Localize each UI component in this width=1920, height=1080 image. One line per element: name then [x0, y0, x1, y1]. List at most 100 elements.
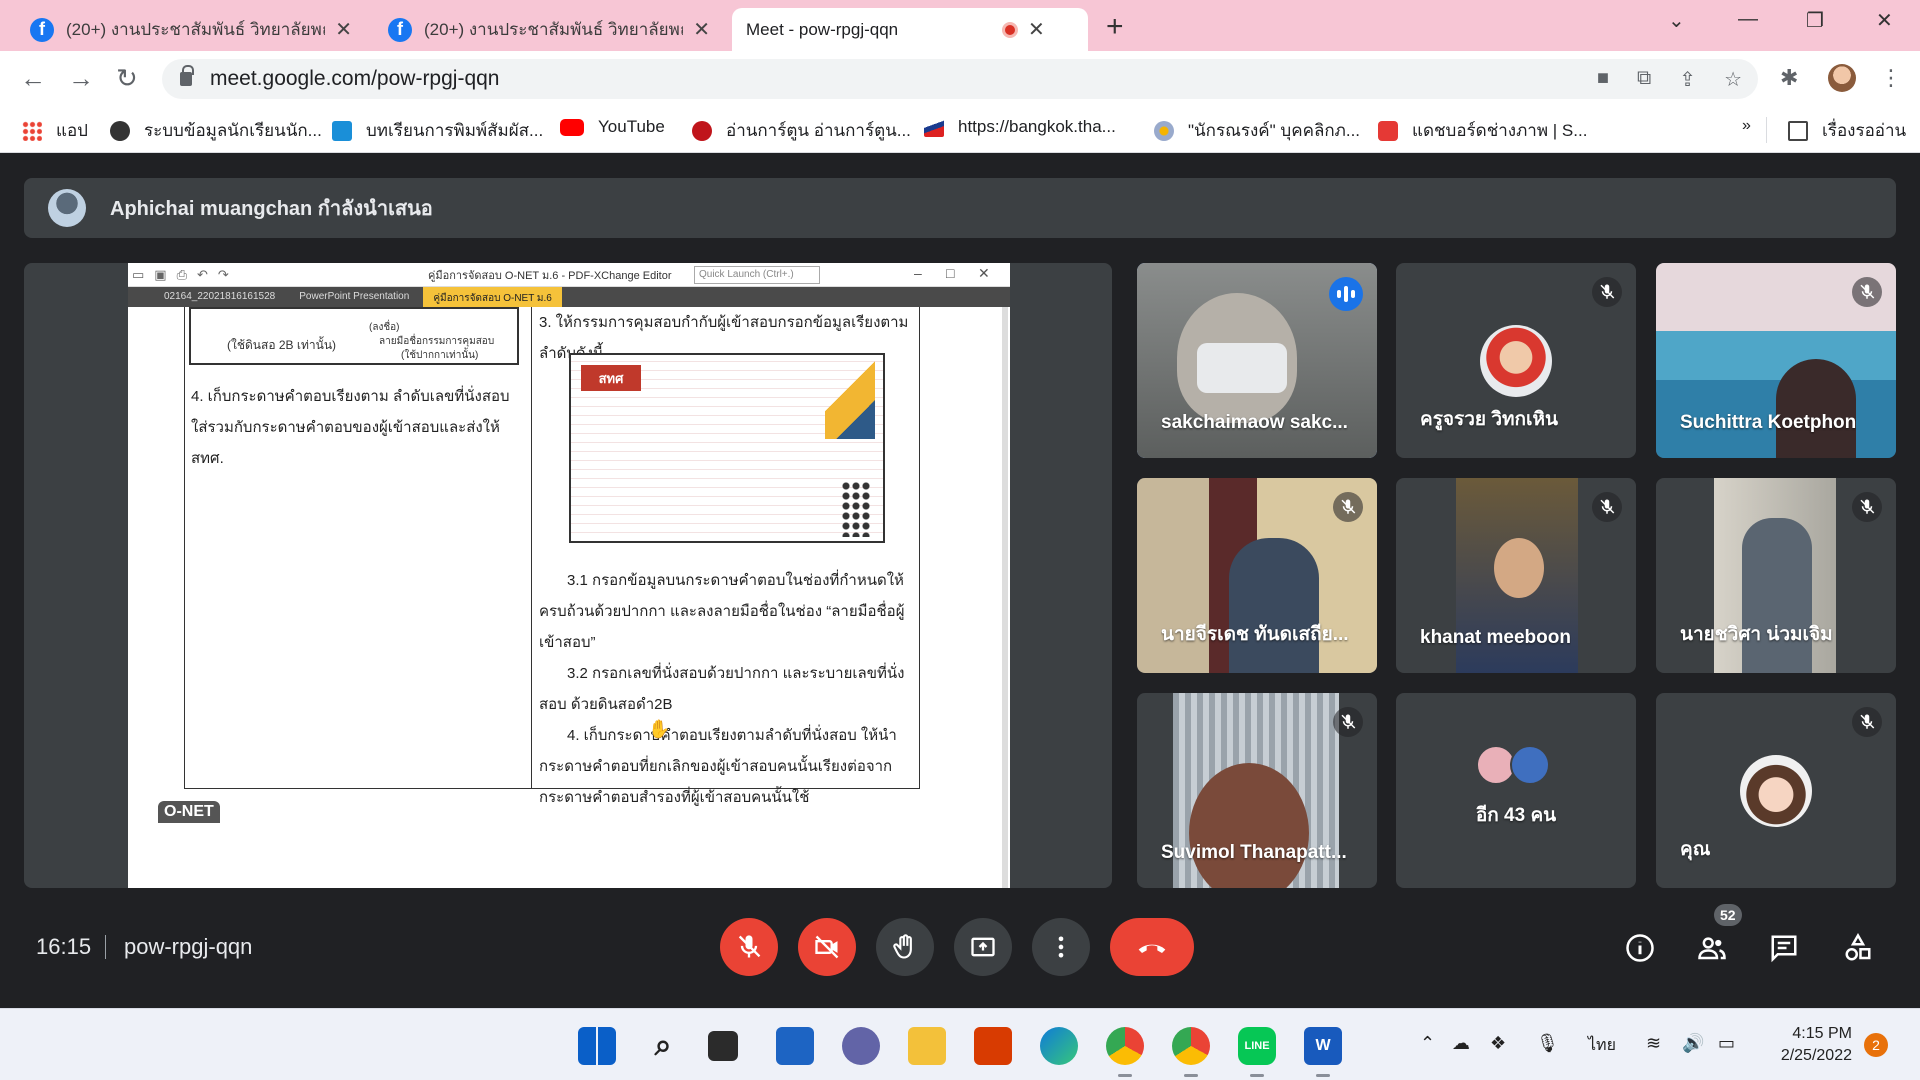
- participant-tile[interactable]: khanat meeboon: [1396, 478, 1636, 673]
- tab-search-chevron-icon[interactable]: ⌄: [1668, 8, 1685, 33]
- participant-name: ครูจรวย วิทกเหิน: [1420, 409, 1559, 430]
- edge-icon[interactable]: [1040, 1027, 1078, 1065]
- hand-cursor-icon: ✋: [648, 719, 671, 739]
- bookmarks-overflow-icon[interactable]: »: [1742, 117, 1751, 135]
- search-icon[interactable]: ⌕: [644, 1027, 682, 1065]
- office-icon[interactable]: [974, 1027, 1012, 1065]
- mic-off-icon: [1333, 707, 1363, 737]
- mic-off-icon: [1852, 277, 1882, 307]
- bookmark-apps[interactable]: แอป: [22, 117, 88, 144]
- meeting-code: pow-rpgj-qqn: [124, 934, 253, 959]
- profile-avatar[interactable]: [1828, 64, 1856, 92]
- close-window-button[interactable]: ✕: [1876, 8, 1893, 33]
- bookmark-manga[interactable]: อ่านการ์ตูน อ่านการ์ตูน...: [692, 117, 911, 144]
- present-screen-button[interactable]: [954, 918, 1012, 976]
- browser-tab-meet[interactable]: Meet - pow-rpgj-qqn ✕: [732, 8, 1088, 186]
- file-explorer-icon[interactable]: [908, 1027, 946, 1065]
- participant-name: Suvimol Thanapatt...: [1161, 842, 1347, 863]
- participants-button[interactable]: [1694, 930, 1730, 966]
- share-icon[interactable]: ⇪: [1679, 67, 1696, 92]
- input-language[interactable]: ไทย: [1588, 1033, 1616, 1058]
- new-tab-button[interactable]: +: [1106, 10, 1124, 44]
- participant-tile[interactable]: Suvimol Thanapatt...: [1137, 693, 1377, 888]
- forward-arrow-icon[interactable]: →: [68, 63, 94, 94]
- widgets-icon[interactable]: [776, 1027, 814, 1065]
- pdf-tab: 02164_22021816161528: [164, 291, 276, 302]
- chrome-icon[interactable]: [1106, 1027, 1144, 1077]
- teams-chat-icon[interactable]: [842, 1027, 880, 1065]
- battery-icon[interactable]: ▭: [1718, 1033, 1735, 1054]
- close-tab-icon[interactable]: ✕: [693, 17, 710, 42]
- snippet-label: (ใช้ปากกาเท่านั้น): [401, 350, 479, 361]
- participant-video: [1776, 359, 1856, 458]
- reading-list-button[interactable]: เรื่องรออ่าน: [1788, 117, 1906, 144]
- raise-hand-button[interactable]: [876, 918, 934, 976]
- onedrive-icon[interactable]: ☁: [1452, 1033, 1470, 1054]
- chat-button[interactable]: [1766, 930, 1802, 966]
- wifi-icon[interactable]: ≋: [1646, 1033, 1661, 1054]
- activities-shapes-icon: [1845, 933, 1871, 961]
- participant-video: [1742, 518, 1812, 673]
- tab-title: (20+) งานประชาสัมพันธ์ วิทยาลัยพณิ: [66, 20, 326, 39]
- lock-icon[interactable]: [180, 65, 194, 86]
- bookmark-label: บทเรียนการพิมพ์สัมผัส...: [366, 121, 544, 140]
- dropbox-icon[interactable]: ❖: [1490, 1033, 1506, 1054]
- meeting-details-button[interactable]: [1622, 930, 1658, 966]
- table-divider: [531, 307, 532, 789]
- line-app-icon[interactable]: LINE: [1238, 1027, 1276, 1077]
- show-hidden-icons-chevron[interactable]: ⌃: [1420, 1033, 1435, 1054]
- microphone-icon[interactable]: 🎙: [1536, 1033, 1559, 1054]
- taskbar-clock[interactable]: 4:15 PM 2/25/2022: [1766, 1023, 1852, 1067]
- start-windows-icon[interactable]: [578, 1027, 616, 1065]
- browser-tab-strip: f (20+) งานประชาสัมพันธ์ วิทยาลัยพณิ ✕ f…: [0, 0, 1920, 186]
- leave-call-button[interactable]: [1110, 918, 1194, 976]
- meet-stage: Aphichai muangchan กำลังนำเสนอ ▭ ▣ ⎙ ↶ ↷…: [0, 154, 1920, 1008]
- activities-button[interactable]: [1840, 930, 1876, 966]
- snippet-label: (ใช้ดินสอ 2B เท่านั้น): [227, 338, 337, 352]
- minimize-button[interactable]: —: [1738, 8, 1758, 31]
- extensions-puzzle-icon[interactable]: ✱: [1780, 65, 1798, 91]
- chrome-profile-icon[interactable]: [1172, 1027, 1210, 1077]
- self-tile[interactable]: คุณ: [1656, 693, 1896, 888]
- bookmark-campaigner[interactable]: "นักรณรงค์" บุคคลิกภ...: [1154, 117, 1360, 144]
- bookmark-label: "นักรณรงค์" บุคคลิกภ...: [1188, 121, 1361, 140]
- shared-screen[interactable]: ▭ ▣ ⎙ ↶ ↷ คู่มือการจัดสอบ O-NET ม.6 - PD…: [24, 263, 1112, 888]
- mic-toggle-button[interactable]: [720, 918, 778, 976]
- open-external-icon[interactable]: ⧉: [1637, 67, 1651, 92]
- bookmark-bangkok[interactable]: https://bangkok.tha...: [924, 117, 1116, 137]
- participant-tile[interactable]: sakchaimaow sakc...: [1137, 263, 1377, 458]
- bookmark-photographer-dashboard[interactable]: แดชบอร์ดช่างภาพ | S...: [1378, 117, 1587, 144]
- bookmark-youtube[interactable]: YouTube: [560, 117, 665, 137]
- back-arrow-icon[interactable]: ←: [20, 63, 46, 94]
- participant-tile[interactable]: นายจีรเดช ทันดเสถีย...: [1137, 478, 1377, 673]
- participant-tile[interactable]: ครูจรวย วิทกเหิน: [1396, 263, 1636, 458]
- restore-button[interactable]: ❐: [1806, 8, 1824, 33]
- pdf-minimize-icon: –: [914, 265, 922, 281]
- snippet-label: (ลงชื่อ): [369, 322, 400, 333]
- others-tile[interactable]: อีก 43 คน: [1396, 693, 1636, 888]
- word-icon[interactable]: W: [1304, 1027, 1342, 1077]
- camera-icon[interactable]: ■: [1597, 67, 1609, 92]
- self-avatar: [1740, 755, 1812, 827]
- bookmark-label: ระบบข้อมูลนักเรียนนัก...: [144, 121, 322, 140]
- niets-logo: สทศ: [581, 365, 641, 391]
- address-bar[interactable]: meet.google.com/pow-rpgj-qqn ■ ⧉ ⇪ ☆: [162, 59, 1758, 99]
- browser-tab-facebook-1[interactable]: f (20+) งานประชาสัมพันธ์ วิทยาลัยพณิ ✕: [16, 8, 366, 51]
- menu-kebab-icon[interactable]: ⋮: [1880, 65, 1902, 91]
- participant-tile[interactable]: นายชวิศา น่วมเจิม: [1656, 478, 1896, 673]
- browser-tab-facebook-2[interactable]: f (20+) งานประชาสัมพันธ์ วิทยาลัยพณิ ✕: [374, 8, 724, 51]
- close-tab-icon[interactable]: ✕: [1028, 17, 1045, 42]
- reload-icon[interactable]: ↻: [116, 63, 138, 94]
- camera-toggle-button[interactable]: [798, 918, 856, 976]
- task-view-icon[interactable]: [708, 1031, 738, 1061]
- participant-tile[interactable]: Suchittra Koetphon: [1656, 263, 1896, 458]
- bookmark-label: แดชบอร์ดช่างภาพ | S...: [1412, 121, 1588, 140]
- bookmark-star-icon[interactable]: ☆: [1724, 67, 1742, 92]
- notification-badge[interactable]: 2: [1864, 1033, 1888, 1057]
- participant-name: Suchittra Koetphon: [1680, 412, 1857, 433]
- volume-icon[interactable]: 🔊: [1682, 1033, 1704, 1054]
- bookmark-student-system[interactable]: ระบบข้อมูลนักเรียนนัก...: [110, 117, 322, 144]
- close-tab-icon[interactable]: ✕: [335, 17, 352, 42]
- bookmark-typing-lesson[interactable]: บทเรียนการพิมพ์สัมผัส...: [332, 117, 543, 144]
- more-options-button[interactable]: [1032, 918, 1090, 976]
